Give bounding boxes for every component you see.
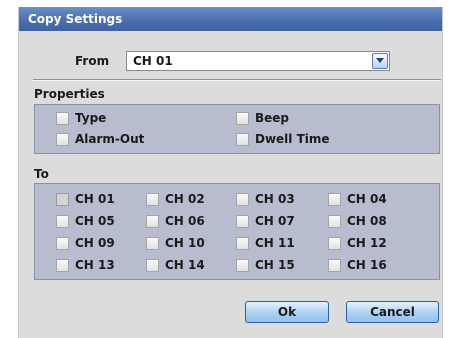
property-alarm-out-label: Alarm-Out bbox=[75, 132, 145, 146]
checkbox-box bbox=[328, 259, 341, 272]
to-title: To bbox=[34, 167, 49, 181]
to-channel-label: CH 09 bbox=[75, 236, 115, 250]
checkbox-box bbox=[56, 193, 69, 206]
checkbox-box bbox=[146, 259, 159, 272]
property-beep-label: Beep bbox=[255, 111, 290, 125]
dialog-title: Copy Settings bbox=[19, 7, 442, 31]
checkbox-box bbox=[146, 215, 159, 228]
checkbox-box bbox=[236, 193, 249, 206]
to-channel-label: CH 12 bbox=[347, 236, 387, 250]
to-channel-label: CH 04 bbox=[347, 192, 387, 206]
to-channel-label: CH 07 bbox=[255, 214, 295, 228]
property-dwell-time-label: Dwell Time bbox=[255, 132, 330, 146]
cancel-button[interactable]: Cancel bbox=[346, 301, 439, 323]
to-channel-label: CH 05 bbox=[75, 214, 115, 228]
to-channel-label: CH 01 bbox=[75, 192, 115, 206]
checkbox-box bbox=[236, 215, 249, 228]
checkbox-box bbox=[56, 112, 69, 125]
ok-button[interactable]: Ok bbox=[245, 301, 329, 323]
to-channels-group: CH 01 CH 02 CH 03 CH 04 CH 05 CH 06 CH 0… bbox=[34, 183, 440, 280]
to-channel-label: CH 16 bbox=[347, 258, 387, 272]
to-channel-label: CH 02 bbox=[165, 192, 205, 206]
checkbox-box bbox=[56, 237, 69, 250]
copy-settings-dialog: Copy Settings From CH 01 Properties Type… bbox=[18, 7, 443, 338]
to-channel-label: CH 11 bbox=[255, 236, 295, 250]
checkbox-box bbox=[56, 259, 69, 272]
checkbox-box bbox=[328, 237, 341, 250]
from-selected-value: CH 01 bbox=[133, 54, 173, 68]
to-channel-label: CH 08 bbox=[347, 214, 387, 228]
checkbox-box bbox=[236, 112, 249, 125]
to-channel-label: CH 15 bbox=[255, 258, 295, 272]
checkbox-box bbox=[236, 237, 249, 250]
to-channel-label: CH 14 bbox=[165, 258, 205, 272]
property-type-label: Type bbox=[75, 111, 107, 125]
checkbox-box bbox=[56, 133, 69, 146]
from-label: From bbox=[75, 54, 110, 68]
to-channel-label: CH 03 bbox=[255, 192, 295, 206]
checkbox-box bbox=[56, 215, 69, 228]
to-channel-label: CH 13 bbox=[75, 258, 115, 272]
to-channel-label: CH 06 bbox=[165, 214, 205, 228]
checkbox-box bbox=[236, 133, 249, 146]
checkbox-box bbox=[328, 215, 341, 228]
separator bbox=[33, 79, 441, 81]
checkbox-box bbox=[328, 193, 341, 206]
properties-group: Type Beep Alarm-Out Dwell Time bbox=[34, 104, 440, 154]
chevron-down-icon[interactable] bbox=[372, 53, 388, 69]
properties-title: Properties bbox=[34, 87, 105, 101]
checkbox-box bbox=[236, 259, 249, 272]
from-channel-select[interactable]: CH 01 bbox=[126, 51, 390, 71]
checkbox-box bbox=[146, 237, 159, 250]
to-channel-label: CH 10 bbox=[165, 236, 205, 250]
from-row: From CH 01 bbox=[19, 51, 442, 71]
checkbox-box bbox=[146, 193, 159, 206]
